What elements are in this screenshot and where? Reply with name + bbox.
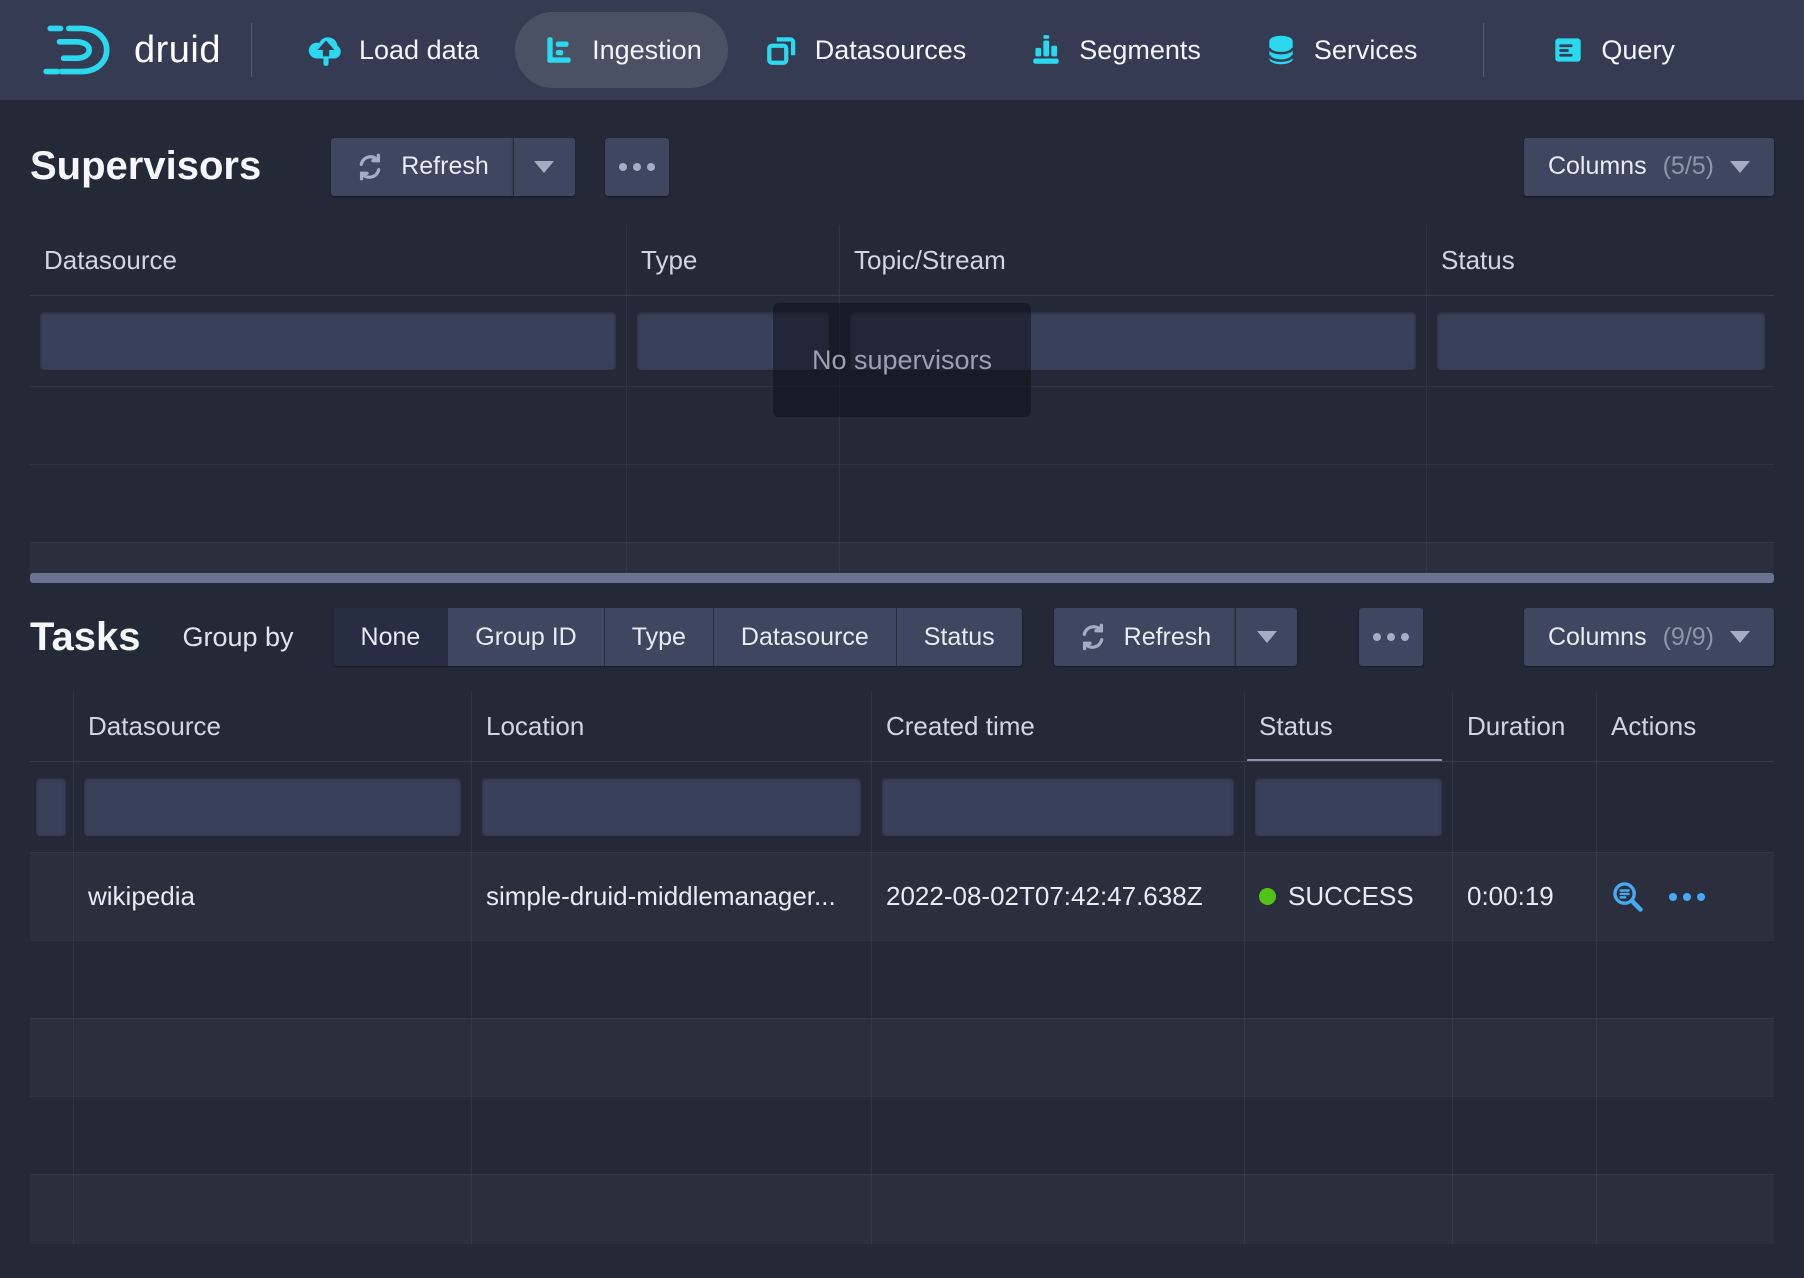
column-header-created-time[interactable]: Created time: [872, 691, 1245, 761]
group-by-datasource-button[interactable]: Datasource: [713, 608, 896, 666]
view-details-magnifier-icon[interactable]: [1611, 880, 1645, 914]
tasks-table: Datasource Location Created time Status …: [30, 691, 1774, 1244]
more-icon: [619, 163, 627, 171]
group-by-group-id-button[interactable]: Group ID: [447, 608, 603, 666]
column-header-status[interactable]: Status: [1427, 225, 1775, 295]
ingestion-icon: [541, 32, 577, 68]
status-filter-input[interactable]: [1437, 312, 1765, 370]
task-created-time: 2022-08-02T07:42:47.638Z: [872, 853, 1245, 940]
status-filter-input[interactable]: [1255, 778, 1442, 836]
upload-cloud-icon: [308, 32, 344, 68]
nav-label: Query: [1601, 35, 1675, 66]
supervisors-refresh-button[interactable]: Refresh: [331, 138, 513, 196]
refresh-icon: [1078, 622, 1108, 652]
tasks-title: Tasks: [30, 615, 140, 660]
refresh-label: Refresh: [1124, 623, 1212, 652]
column-header-duration[interactable]: Duration: [1453, 691, 1597, 761]
columns-label: Columns: [1548, 152, 1647, 181]
created-time-filter-input[interactable]: [882, 778, 1234, 836]
segments-icon: [1028, 32, 1064, 68]
task-location: simple-druid-middlemanager...: [472, 853, 872, 940]
group-by-label: Group by: [182, 622, 293, 653]
column-header-datasource[interactable]: Datasource: [74, 691, 472, 761]
task-duration: 0:00:19: [1453, 853, 1597, 940]
empty-row: [30, 542, 1774, 573]
services-database-icon: [1263, 32, 1299, 68]
nav-label: Datasources: [815, 35, 967, 66]
supervisors-columns-button[interactable]: Columns (5/5): [1524, 138, 1774, 196]
columns-label: Columns: [1548, 623, 1647, 652]
nav-label: Segments: [1079, 35, 1201, 66]
location-filter-input[interactable]: [482, 778, 861, 836]
column-header-location[interactable]: Location: [472, 691, 872, 761]
columns-count: (9/9): [1663, 623, 1714, 652]
nav-label: Load data: [359, 35, 479, 66]
column-header-status[interactable]: Status: [1245, 691, 1453, 761]
nav-item-services[interactable]: Services: [1237, 12, 1444, 88]
empty-message: No supervisors: [812, 345, 992, 376]
supervisors-table: Datasource Type Topic/Stream Status No s…: [30, 225, 1774, 583]
task-status: SUCCESS: [1245, 853, 1453, 940]
refresh-icon: [355, 152, 385, 182]
supervisors-more-button[interactable]: [605, 138, 669, 196]
datasource-filter-input[interactable]: [84, 778, 461, 836]
column-header-actions[interactable]: Actions: [1597, 691, 1775, 761]
group-by-status-button[interactable]: Status: [896, 608, 1022, 666]
empty-row: [30, 1018, 1774, 1096]
druid-logo-icon: [40, 21, 118, 79]
task-row: wikipedia simple-druid-middlemanager... …: [30, 852, 1774, 940]
no-supervisors-overlay: No supervisors: [773, 303, 1031, 417]
refresh-label: Refresh: [401, 152, 489, 181]
top-nav: druid Load data Ingesti: [0, 0, 1804, 100]
column-header-blank: [30, 691, 74, 761]
column-header-topic-stream[interactable]: Topic/Stream: [840, 225, 1427, 295]
column-header-type[interactable]: Type: [627, 225, 840, 295]
column-header-datasource[interactable]: Datasource: [30, 225, 627, 295]
empty-row: [30, 1174, 1774, 1244]
empty-row: [30, 464, 1774, 542]
caret-down-icon: [1257, 631, 1277, 643]
supervisors-title: Supervisors: [30, 144, 261, 189]
supervisors-refresh-dropdown[interactable]: [513, 138, 575, 196]
group-by-segmented-control: None Group ID Type Datasource Status: [334, 608, 1022, 666]
tasks-more-button[interactable]: [1359, 608, 1423, 666]
nav-divider: [251, 23, 252, 77]
datasources-icon: [764, 32, 800, 68]
empty-row: [30, 940, 1774, 1018]
group-by-type-button[interactable]: Type: [604, 608, 713, 666]
nav-item-query[interactable]: Query: [1524, 12, 1701, 88]
columns-count: (5/5): [1663, 152, 1714, 181]
datasource-filter-input[interactable]: [40, 312, 616, 370]
nav-divider: [1483, 23, 1484, 77]
nav-label: Ingestion: [592, 35, 702, 66]
query-icon: [1550, 32, 1586, 68]
empty-row: [30, 1096, 1774, 1174]
status-success-dot: [1259, 888, 1276, 905]
horizontal-scrollbar[interactable]: [30, 573, 1774, 583]
druid-brand[interactable]: druid: [40, 21, 221, 79]
tasks-refresh-dropdown[interactable]: [1235, 608, 1297, 666]
group-by-none-button[interactable]: None: [334, 608, 448, 666]
nav-item-load-data[interactable]: Load data: [282, 12, 505, 88]
tasks-columns-button[interactable]: Columns (9/9): [1524, 608, 1774, 666]
more-icon: [1373, 633, 1381, 641]
caret-down-icon: [1730, 161, 1750, 173]
nav-item-datasources[interactable]: Datasources: [738, 12, 993, 88]
task-datasource: wikipedia: [74, 853, 472, 940]
brand-name: druid: [134, 29, 221, 72]
nav-item-segments[interactable]: Segments: [1002, 12, 1227, 88]
task-actions: [1597, 853, 1775, 940]
nav-label: Services: [1314, 35, 1418, 66]
caret-down-icon: [1730, 631, 1750, 643]
caret-down-icon: [534, 161, 554, 173]
blank-filter-input[interactable]: [36, 778, 66, 836]
tasks-refresh-button[interactable]: Refresh: [1054, 608, 1236, 666]
row-more-actions-icon[interactable]: [1669, 893, 1705, 901]
nav-item-ingestion[interactable]: Ingestion: [515, 12, 728, 88]
